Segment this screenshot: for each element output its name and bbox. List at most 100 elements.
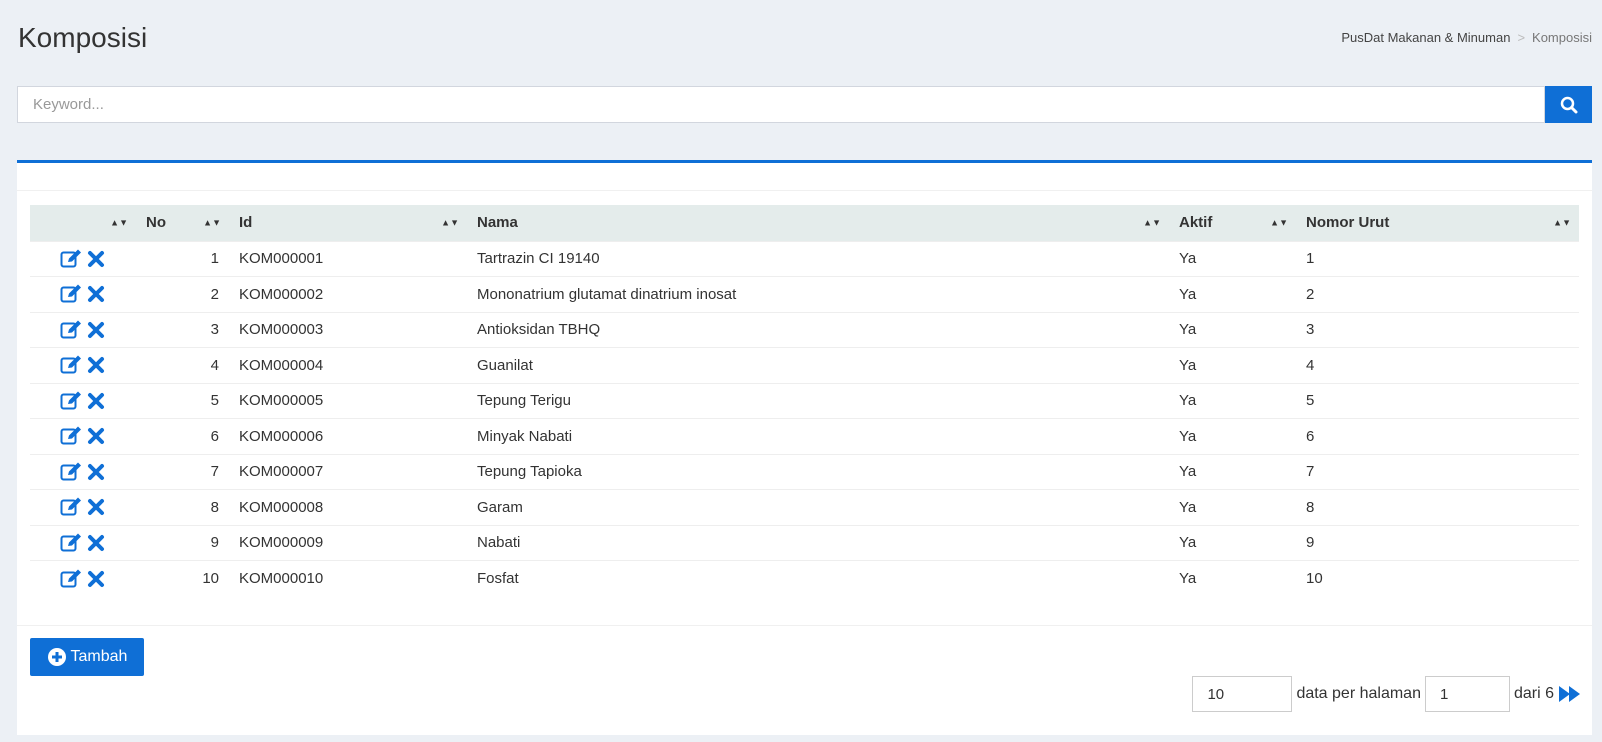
cell-id: KOM000006: [229, 418, 467, 454]
page-header: Komposisi PusDat Makanan & Minuman > Kompo…: [18, 18, 1592, 62]
page-number-input[interactable]: [1424, 676, 1510, 712]
cell-aktif: Ya: [1169, 311, 1296, 348]
cell-nama: Tartrazin CI 19140: [467, 240, 1169, 277]
cell-nama: Minyak Nabati: [467, 418, 1169, 454]
row-actions: [30, 276, 136, 312]
row-actions: [30, 347, 136, 383]
row-actions: [30, 418, 136, 454]
edit-icon[interactable]: [60, 355, 82, 375]
edit-icon[interactable]: [60, 391, 82, 411]
add-button-label: Tambah: [70, 648, 128, 665]
cell-id: KOM000001: [229, 240, 467, 277]
cell-nomor-urut: 8: [1296, 489, 1579, 525]
search-button[interactable]: [1545, 86, 1592, 123]
cell-nomor-urut: 1: [1296, 240, 1579, 277]
cell-no: 2: [136, 276, 229, 312]
per-page-input[interactable]: [1192, 676, 1293, 712]
sort-icon: ▲▼: [441, 217, 459, 228]
cell-aktif: Ya: [1169, 382, 1296, 419]
cell-aktif: Ya: [1169, 240, 1296, 277]
column-header-aktif[interactable]: Aktif ▲▼: [1169, 205, 1296, 241]
cell-nama: Tepung Terigu: [467, 382, 1169, 419]
cell-nomor-urut: 6: [1296, 418, 1579, 454]
delete-icon[interactable]: [86, 569, 108, 589]
delete-icon[interactable]: [86, 355, 108, 375]
content-box: ▲▼ No ▲▼ Id ▲▼ Nama ▲▼ Aktif ▲▼ Nomor Urut ▲▼: [17, 160, 1592, 735]
delete-icon[interactable]: [86, 249, 108, 269]
edit-icon[interactable]: [60, 462, 82, 482]
search-input[interactable]: [17, 86, 1545, 123]
cell-id: KOM000003: [229, 311, 467, 348]
cell-no: 1: [136, 240, 229, 277]
table-row: 10 KOM000010 Fosfat Ya 10: [30, 560, 1579, 596]
data-table: ▲▼ No ▲▼ Id ▲▼ Nama ▲▼ Aktif ▲▼ Nomor Urut ▲▼: [30, 205, 1579, 596]
edit-icon[interactable]: [60, 320, 82, 340]
column-header-id[interactable]: Id ▲▼: [229, 205, 467, 241]
next-page-icon[interactable]: [1558, 684, 1582, 704]
cell-aktif: Ya: [1169, 524, 1296, 561]
delete-icon[interactable]: [86, 391, 108, 411]
cell-id: KOM000002: [229, 276, 467, 312]
delete-icon[interactable]: [86, 320, 108, 340]
column-header-nomor-urut[interactable]: Nomor Urut ▲▼: [1296, 205, 1579, 241]
cell-aktif: Ya: [1169, 453, 1296, 490]
pagination: data per halaman dari 6: [1192, 676, 1582, 712]
table-header-row: ▲▼ No ▲▼ Id ▲▼ Nama ▲▼ Aktif ▲▼ Nomor Urut ▲▼: [30, 205, 1579, 241]
cell-no: 5: [136, 382, 229, 419]
column-header-no[interactable]: No ▲▼: [136, 205, 229, 241]
cell-id: KOM000005: [229, 382, 467, 419]
delete-icon[interactable]: [86, 284, 108, 304]
delete-icon[interactable]: [86, 426, 108, 446]
total-pages-label: dari 6: [1513, 685, 1554, 702]
divider: [17, 625, 1592, 626]
column-header-actions[interactable]: ▲▼: [30, 205, 136, 241]
edit-icon[interactable]: [60, 533, 82, 553]
box-header: [17, 163, 1592, 191]
breadcrumb-home-link[interactable]: PusDat Makanan & Minuman: [1341, 30, 1510, 45]
delete-icon[interactable]: [86, 497, 108, 517]
table-row: 8 KOM000008 Garam Ya 8: [30, 489, 1579, 525]
edit-icon[interactable]: [60, 497, 82, 517]
cell-no: 9: [136, 524, 229, 561]
plus-circle-icon: [47, 648, 66, 666]
cell-no: 8: [136, 489, 229, 525]
cell-nomor-urut: 4: [1296, 347, 1579, 383]
edit-icon[interactable]: [60, 426, 82, 446]
cell-nama: Tepung Tapioka: [467, 453, 1169, 490]
table-row: 4 KOM000004 Guanilat Ya 4: [30, 347, 1579, 383]
column-header-nama[interactable]: Nama ▲▼: [467, 205, 1169, 241]
cell-nama: Antioksidan TBHQ: [467, 311, 1169, 348]
breadcrumb-current: Komposisi: [1532, 30, 1592, 45]
row-actions: [30, 560, 136, 596]
cell-nama: Guanilat: [467, 347, 1169, 383]
cell-id: KOM000009: [229, 524, 467, 561]
table-row: 1 KOM000001 Tartrazin CI 19140 Ya 1: [30, 240, 1579, 277]
table-row: 7 KOM000007 Tepung Tapioka Ya 7: [30, 453, 1579, 490]
cell-no: 10: [136, 560, 229, 596]
row-actions: [30, 453, 136, 490]
cell-aktif: Ya: [1169, 560, 1296, 596]
edit-icon[interactable]: [60, 569, 82, 589]
edit-icon[interactable]: [60, 249, 82, 269]
cell-nomor-urut: 7: [1296, 453, 1579, 490]
row-actions: [30, 489, 136, 525]
edit-icon[interactable]: [60, 284, 82, 304]
cell-id: KOM000004: [229, 347, 467, 383]
row-actions: [30, 524, 136, 561]
cell-nomor-urut: 5: [1296, 382, 1579, 419]
sort-icon: ▲▼: [110, 217, 128, 228]
cell-nomor-urut: 9: [1296, 524, 1579, 561]
search-icon: [1560, 96, 1577, 113]
sort-icon: ▲▼: [1143, 217, 1161, 228]
cell-aktif: Ya: [1169, 489, 1296, 525]
cell-id: KOM000007: [229, 453, 467, 490]
delete-icon[interactable]: [86, 533, 108, 553]
cell-nomor-urut: 10: [1296, 560, 1579, 596]
table-body: 1 KOM000001 Tartrazin CI 19140 Ya 1 2 KO…: [30, 240, 1579, 596]
cell-no: 7: [136, 453, 229, 490]
delete-icon[interactable]: [86, 462, 108, 482]
sort-icon: ▲▼: [203, 217, 221, 228]
add-button[interactable]: Tambah: [30, 638, 144, 676]
cell-nama: Nabati: [467, 524, 1169, 561]
cell-aktif: Ya: [1169, 418, 1296, 454]
